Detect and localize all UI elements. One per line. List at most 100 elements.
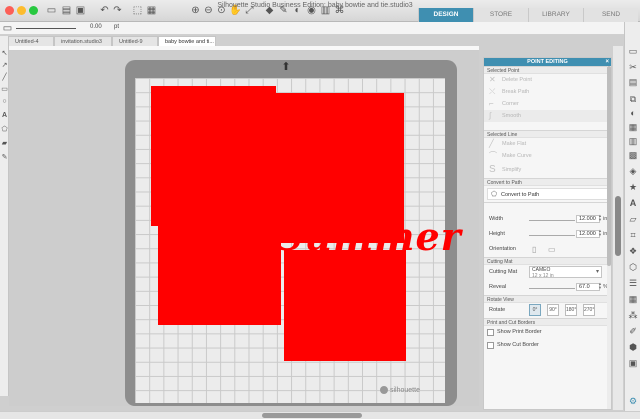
make-curve-button[interactable]: ⌒ Make Curve	[484, 150, 611, 162]
make-flat-label: Make Flat	[502, 141, 527, 147]
tab-design[interactable]: DESIGN	[418, 8, 473, 22]
delete-point-button[interactable]: ✕ Delete Point	[484, 74, 611, 86]
redo-icon[interactable]: ↷	[112, 5, 123, 16]
cut-settings-icon[interactable]: ✂	[628, 62, 638, 72]
show-cut-border-label: Show Cut Border	[497, 342, 539, 348]
reveal-stepper-icon[interactable]: ▲ ▼	[598, 282, 602, 290]
tab-send[interactable]: SEND	[583, 8, 638, 22]
line-color-icon[interactable]: ▭	[2, 23, 13, 34]
doc-tab-untitled-9[interactable]: Untitled-9	[112, 36, 158, 46]
smooth-button[interactable]: ∫ Smooth	[484, 110, 611, 122]
page-setup-icon[interactable]: ▭	[628, 46, 638, 56]
undo-icon[interactable]: ↶	[99, 5, 110, 16]
offset-icon[interactable]: ▱	[628, 214, 638, 224]
make-flat-button[interactable]: ╱ Make Flat	[484, 138, 611, 150]
ellipse-tool-icon[interactable]: ○	[1, 98, 8, 105]
horizontal-scrollbar[interactable]	[0, 411, 640, 419]
show-print-border-checkbox[interactable]	[487, 329, 494, 336]
align-icon[interactable]: ☰	[628, 278, 638, 288]
panel-scrollbar[interactable]	[607, 66, 611, 409]
eraser-tool-icon[interactable]: ▰	[1, 140, 8, 147]
width-stepper-icon[interactable]: ▲ ▼	[598, 214, 602, 222]
modify-icon[interactable]: ⬢	[628, 342, 638, 352]
grid-icon[interactable]: ▦	[146, 5, 157, 16]
design-shape-bottom-right[interactable]	[284, 250, 406, 361]
tab-library[interactable]: LIBRARY	[528, 8, 583, 22]
doc-tab-invitation[interactable]: invitation.studio3	[54, 36, 112, 46]
vertical-scrollbar[interactable]	[613, 46, 623, 410]
panel-close-icon[interactable]: ×	[605, 58, 609, 66]
line-width-value[interactable]: 0.00	[90, 24, 102, 30]
width-slider[interactable]	[529, 217, 575, 221]
doc-tab-baby-bowtie[interactable]: baby bowtie and ti...	[158, 36, 216, 46]
document-tabs: Untitled-4 invitation.studio3 Untitled-9…	[8, 36, 216, 46]
text-tool-icon[interactable]: A	[1, 112, 8, 119]
landscape-icon[interactable]: ▭	[548, 245, 556, 254]
break-path-button[interactable]: ⤬ Break Path	[484, 86, 611, 98]
new-document-icon[interactable]: ▭	[46, 5, 57, 16]
close-window-button[interactable]	[5, 6, 14, 15]
print-icon[interactable]: ▣	[628, 358, 638, 368]
pattern-icon[interactable]: ▩	[628, 150, 638, 160]
rectangle-tool-icon[interactable]: ▭	[1, 86, 8, 93]
rotate-0-button[interactable]: 0°	[529, 304, 541, 316]
height-input[interactable]: 12.000	[576, 230, 600, 238]
right-icon-strip: ▭ ✂ ▤ ⧉ ◐ ▦ ▥ ▩ ◈ ★ A ▱ ⌗ ❖ ⬡ ☰ ▦ ⁂ ✐ ⬢ …	[624, 22, 640, 411]
reveal-row: Reveal 67.0 ▲ ▼ %	[484, 280, 611, 295]
show-cut-border-checkbox[interactable]	[487, 342, 494, 349]
open-folder-icon[interactable]: ▤	[61, 5, 72, 16]
select-tool-icon[interactable]: ⬚	[132, 5, 143, 16]
simplify-button[interactable]: S Simplify	[484, 162, 611, 178]
knife-tool-icon[interactable]: ✎	[1, 154, 8, 161]
convert-to-path-button[interactable]: ⬠ Convert to Path	[487, 188, 608, 200]
line-tool-icon[interactable]: ╱	[1, 74, 8, 81]
rotate-270-button[interactable]: 270°	[583, 304, 595, 316]
design-text-summer[interactable]: Summer	[276, 214, 462, 259]
doc-tab-untitled-4[interactable]: Untitled-4	[8, 36, 54, 46]
line-color-panel-icon[interactable]: ▦	[628, 122, 638, 132]
line-style-select[interactable]	[16, 28, 76, 29]
text-style-icon[interactable]: A	[628, 198, 638, 208]
tab-store[interactable]: STORE	[473, 8, 528, 22]
window-title: Silhouette Studio Business Edition: baby…	[217, 2, 413, 9]
portrait-icon[interactable]: ▯	[532, 245, 536, 254]
fill-color-icon[interactable]: ◐	[628, 108, 638, 118]
minimize-window-button[interactable]	[17, 6, 26, 15]
star-icon[interactable]: ★	[628, 182, 638, 192]
transform-icon[interactable]: ⧉	[628, 94, 638, 104]
replicate-icon[interactable]: ❖	[628, 246, 638, 256]
trace-panel-icon[interactable]: ⌗	[628, 230, 638, 240]
cutting-mat-select[interactable]: CAMEO 12 x 12 in ▾	[529, 266, 602, 278]
corner-button[interactable]: ⌐ Corner	[484, 98, 611, 110]
rotate-90-button[interactable]: 90°	[547, 304, 559, 316]
width-input[interactable]: 12.000	[576, 215, 600, 223]
weld-icon[interactable]: ⬡	[628, 262, 638, 272]
panel-scroll-thumb[interactable]	[607, 66, 611, 266]
orientation-row: Orientation ▯ ▭	[484, 242, 611, 257]
vertical-scroll-thumb[interactable]	[615, 196, 621, 256]
reveal-slider[interactable]	[529, 285, 575, 289]
zoom-in-icon[interactable]: ⊕	[190, 5, 201, 16]
height-stepper-icon[interactable]: ▲ ▼	[598, 229, 602, 237]
image-effects-icon[interactable]: ◈	[628, 166, 638, 176]
rotate-180-button[interactable]: 180°	[565, 304, 577, 316]
settings-icon[interactable]: ⚙	[628, 396, 638, 406]
gradient-icon[interactable]: ▥	[628, 136, 638, 146]
point-edit-tool-icon[interactable]: ↗	[1, 62, 8, 69]
horizontal-scroll-thumb[interactable]	[262, 413, 362, 418]
show-cut-border-row[interactable]: Show Cut Border	[484, 339, 611, 352]
grid-panel-icon[interactable]: ▦	[628, 294, 638, 304]
rhinestone-icon[interactable]: ⁂	[628, 310, 638, 320]
reveal-input[interactable]: 67.0	[576, 283, 600, 291]
sketch-icon[interactable]: ✐	[628, 326, 638, 336]
maximize-window-button[interactable]	[29, 6, 38, 15]
design-shape-bottom-left[interactable]	[158, 225, 281, 325]
height-slider[interactable]	[529, 232, 575, 236]
save-icon[interactable]: ▣	[75, 5, 86, 16]
zoom-out-icon[interactable]: ⊖	[203, 5, 214, 16]
design-shape-top-left[interactable]	[151, 86, 276, 226]
show-print-border-row[interactable]: Show Print Border	[484, 326, 611, 339]
library-icon[interactable]: ▤	[628, 77, 638, 87]
polygon-tool-icon[interactable]: ⬠	[1, 126, 8, 133]
pointer-tool-icon[interactable]: ↖	[1, 50, 8, 57]
